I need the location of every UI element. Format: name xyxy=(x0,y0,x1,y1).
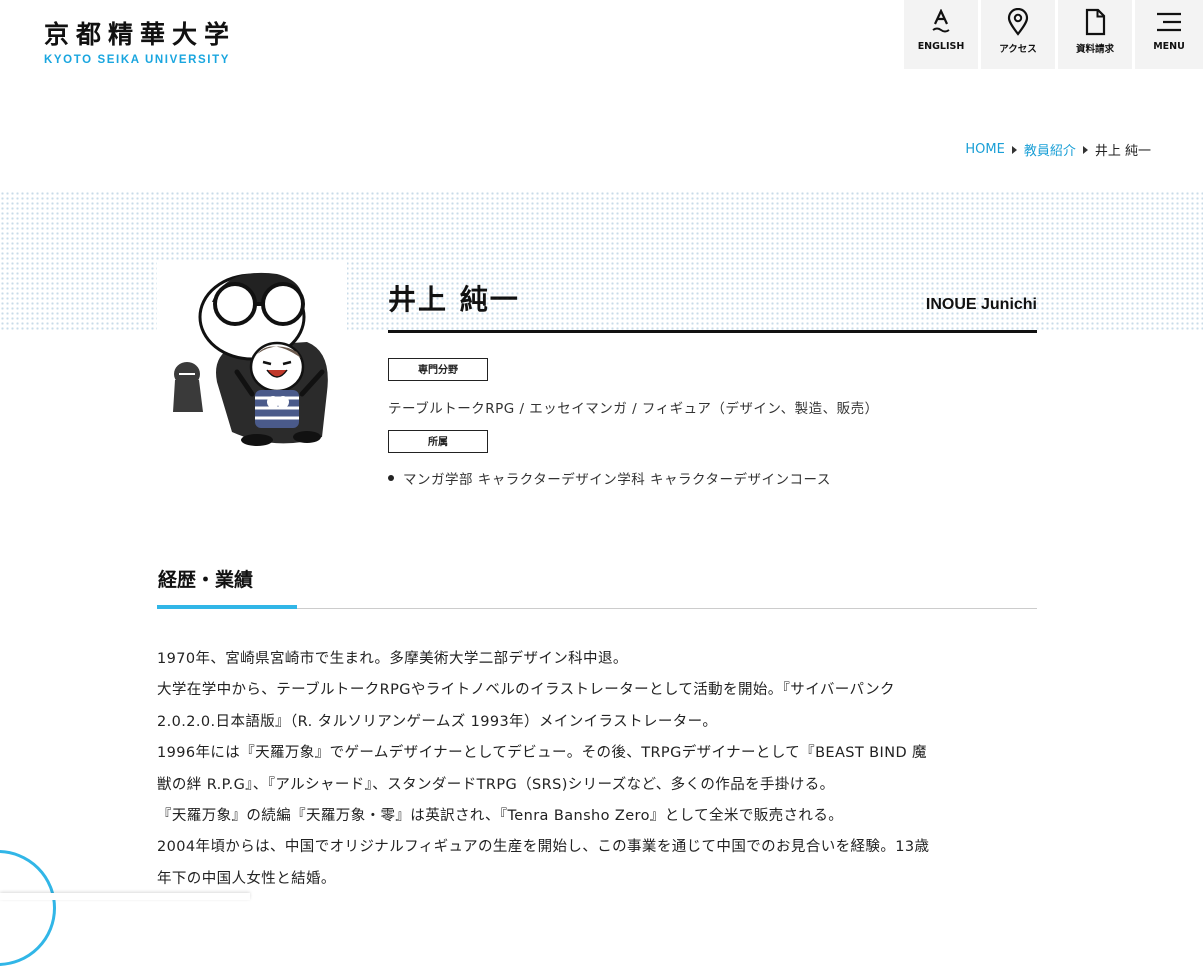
field-text: テーブルトークRPG / エッセイマンガ / フィギュア（デザイン、製造、販売） xyxy=(388,401,879,417)
nav-english-label: ENGLISH xyxy=(917,41,965,52)
career-text: 1970年、宮崎県宮崎市で生まれ。多摩美術大学二部デザイン科中退。 大学在学中か… xyxy=(157,644,1037,895)
teacher-name-jp: 井上 純一 xyxy=(388,283,520,316)
breadcrumb: HOME 教員紹介 井上 純一 xyxy=(965,140,1151,159)
nav-menu-label: MENU xyxy=(1153,41,1185,52)
corner-decoration xyxy=(0,850,56,966)
nav-access-button[interactable]: アクセス xyxy=(981,0,1055,69)
menu-icon xyxy=(1155,8,1183,36)
logo-japanese: 京都精華大学 xyxy=(44,20,237,49)
career-line: 年下の中国人女性と結婚。 xyxy=(157,870,336,887)
breadcrumb-home-link[interactable]: HOME xyxy=(965,142,1004,157)
career-line: 獣の絆 R.P.G』、『アルシャード』、スタンダードTRPG（SRS)シリーズな… xyxy=(157,776,835,793)
bottom-floating-bar[interactable] xyxy=(0,893,250,900)
bullet-icon xyxy=(388,475,394,481)
career-line: 『天羅万象』の続編『天羅万象・零』は英訳され、『Tenra Bansho Zer… xyxy=(157,808,844,825)
breadcrumb-arrow-icon xyxy=(1011,145,1017,154)
career-section-header: 経歴・業績 xyxy=(157,565,1037,609)
breadcrumb-current: 井上 純一 xyxy=(1094,144,1151,159)
top-nav: ENGLISH アクセス 資料請求 MENU xyxy=(901,0,1203,69)
site-logo[interactable]: 京都精華大学 KYOTO SEIKA UNIVERSITY xyxy=(44,20,236,66)
name-row: 井上 純一 INOUE Junichi xyxy=(388,278,1037,333)
section-title: 経歴・業績 xyxy=(158,569,254,591)
career-line: 2004年頃からは、中国でオリジナルフィギュアの生産を開始し、この事業を通じて中… xyxy=(157,839,930,856)
logo-english: KYOTO SEIKA UNIVERSITY xyxy=(44,54,231,66)
affiliation-label-tag: 所属 xyxy=(388,430,488,453)
nav-english-button[interactable]: ENGLISH xyxy=(904,0,978,69)
nav-request-label: 資料請求 xyxy=(1075,44,1114,55)
document-icon xyxy=(1084,8,1106,36)
field-label-tag: 専門分野 xyxy=(388,358,488,381)
nav-menu-button[interactable]: MENU xyxy=(1135,0,1203,69)
career-line: 大学在学中から、テーブルトークRPGやライトノベルのイラストレーターとして活動を… xyxy=(157,682,895,699)
profile-illustration xyxy=(157,262,347,452)
breadcrumb-arrow-icon xyxy=(1082,145,1088,154)
language-icon xyxy=(930,8,952,36)
nav-access-label: アクセス xyxy=(999,44,1037,55)
map-pin-icon xyxy=(1007,8,1029,36)
profile-info: 井上 純一 INOUE Junichi 専門分野 テーブルトークRPG / エッ… xyxy=(388,278,1037,488)
nav-request-button[interactable]: 資料請求 xyxy=(1058,0,1132,69)
section-title-underline xyxy=(157,605,297,609)
breadcrumb-faculty-link[interactable]: 教員紹介 xyxy=(1024,140,1076,159)
teacher-name-en: INOUE Junichi xyxy=(925,296,1037,313)
career-line: 1996年には『天羅万象』でゲームデザイナーとしてデビュー。その後、TRPGデザ… xyxy=(157,745,927,762)
affiliation-text: マンガ学部 キャラクターデザイン学科 キャラクターデザインコース xyxy=(403,472,831,488)
career-line: 2.0.2.0.日本語版』（R. タルソリアンゲームズ 1993年）メインイラス… xyxy=(157,713,718,730)
career-line: 1970年、宮崎県宮崎市で生まれ。多摩美術大学二部デザイン科中退。 xyxy=(157,651,628,667)
affiliation-item: マンガ学部 キャラクターデザイン学科 キャラクターデザインコース xyxy=(388,468,1037,488)
